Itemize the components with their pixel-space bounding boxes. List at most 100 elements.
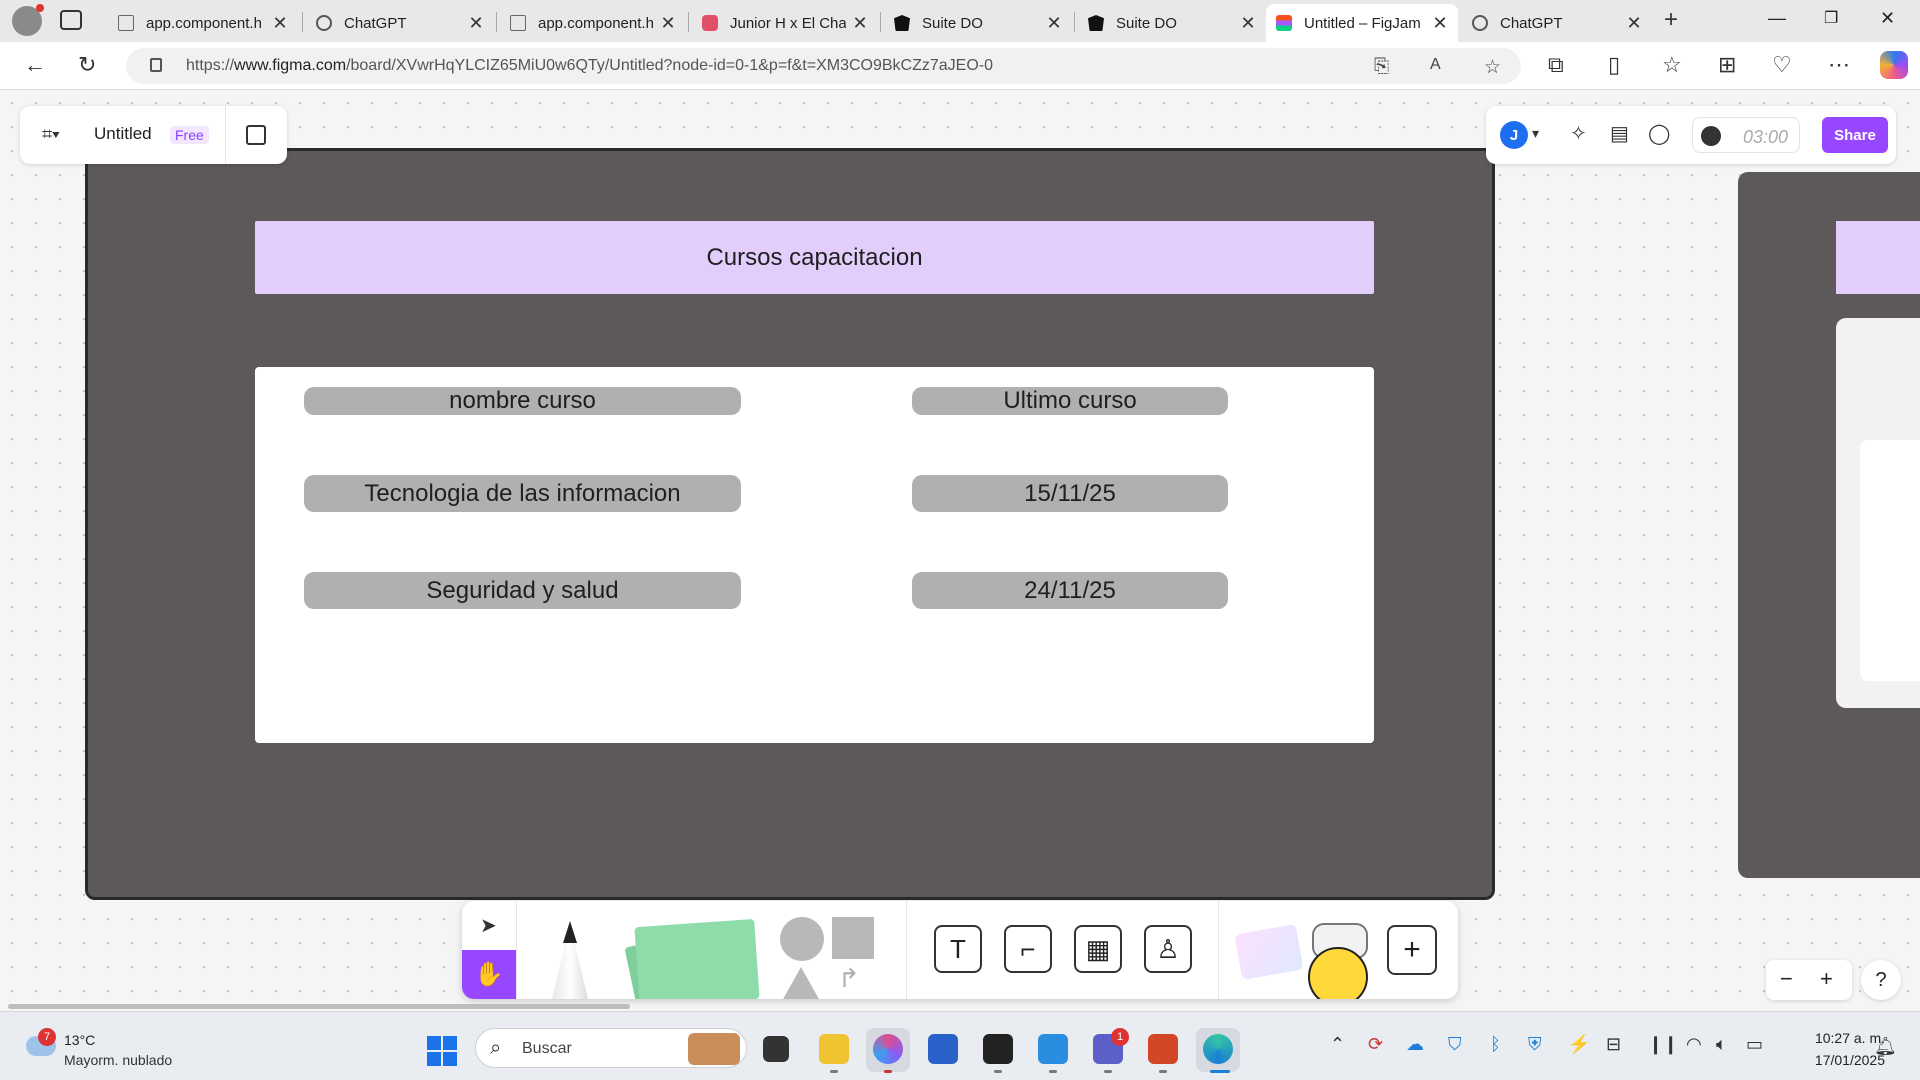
circle-shape-icon[interactable] [780, 917, 824, 961]
share-button[interactable]: Share [1822, 117, 1888, 153]
url-text[interactable]: https://www.figma.com/board/XVwrHqYLCIZ6… [186, 57, 993, 75]
browser-tab[interactable]: app.component.h ✕ [500, 4, 686, 42]
file-name[interactable]: Untitled [94, 124, 152, 144]
weather-temperature[interactable]: 13°C [64, 1032, 95, 1048]
back-icon[interactable]: ← [24, 52, 46, 78]
user-avatar[interactable]: J [1500, 121, 1528, 149]
windows-start-icon[interactable] [427, 1036, 457, 1066]
browser-tab[interactable]: ChatGPT ✕ [306, 4, 494, 42]
course-name-cell[interactable]: Tecnologia de las informacion [304, 475, 741, 512]
favorites-icon[interactable]: ☆ [1662, 52, 1682, 78]
section-tool-icon[interactable]: ⌐ [1004, 925, 1052, 973]
close-tab-icon[interactable]: ✕ [468, 13, 484, 34]
jambot-widget-icon[interactable] [1234, 923, 1304, 981]
course-name-cell[interactable]: Seguridad y salud [304, 572, 741, 609]
battery-icon[interactable]: ▭ [1746, 1034, 1763, 1055]
select-cursor-icon[interactable]: ➤ [480, 913, 497, 938]
app-tray-icon[interactable]: ⚡ [1568, 1034, 1590, 1055]
adjacent-title-bar[interactable] [1836, 221, 1920, 294]
sticky-notes-icon[interactable] [983, 1034, 1013, 1064]
collections-icon[interactable]: ⊞ [1718, 52, 1736, 78]
close-tab-icon[interactable]: ✕ [660, 13, 676, 34]
clock-date[interactable]: 17/01/2025 [1785, 1052, 1885, 1068]
security-icon[interactable]: ⛨ [1528, 1034, 1542, 1055]
close-tab-icon[interactable]: ✕ [272, 13, 288, 34]
table-tool-icon[interactable]: ▦ [1074, 925, 1122, 973]
ai-sparkle-icon[interactable]: ✧ [1570, 121, 1587, 146]
triangle-shape-icon[interactable] [782, 967, 820, 999]
browser-tab[interactable]: Suite DO ✕ [1078, 4, 1266, 42]
sync-icon[interactable]: ⟳ [1368, 1034, 1383, 1055]
minimize-icon[interactable]: — [1768, 8, 1786, 29]
connector-icon[interactable]: ↱ [838, 963, 860, 994]
lock-icon[interactable] [150, 58, 162, 72]
zoom-out-icon[interactable]: − [1780, 966, 1793, 992]
figma-menu-icon[interactable]: ⌗▾ [42, 124, 60, 145]
laughing-emoji-icon[interactable] [1308, 947, 1368, 999]
read-aloud-icon[interactable]: A [1430, 56, 1441, 74]
defender-icon[interactable]: ⛉ [1448, 1034, 1462, 1055]
edge-icon[interactable] [1203, 1034, 1233, 1064]
copilot-icon[interactable] [1880, 51, 1908, 79]
layout-icon[interactable]: ▤ [1610, 121, 1629, 146]
store-icon[interactable] [928, 1034, 958, 1064]
square-shape-icon[interactable] [832, 917, 874, 959]
close-tab-icon[interactable]: ✕ [1432, 13, 1448, 34]
browser-tab[interactable]: ChatGPT ✕ [1462, 4, 1652, 42]
clock-time[interactable]: 10:27 a. m. [1785, 1030, 1885, 1046]
header-course-name[interactable]: nombre curso [304, 387, 741, 415]
browser-tab[interactable]: app.component.h ✕ [108, 4, 298, 42]
more-options-icon[interactable]: ⋯ [1828, 52, 1850, 78]
browser-tab[interactable]: Suite DO ✕ [884, 4, 1072, 42]
board-title[interactable]: Cursos capacitacion [255, 221, 1374, 294]
horizontal-scrollbar[interactable] [8, 1004, 630, 1009]
tab-actions-icon[interactable] [60, 10, 82, 30]
powerpoint-icon[interactable] [1148, 1034, 1178, 1064]
timer-widget[interactable]: 03:00 [1692, 117, 1800, 153]
extensions-icon[interactable]: ⧉ [1548, 52, 1564, 78]
volume-icon[interactable]: 🔈︎ [1716, 1034, 1727, 1055]
close-window-icon[interactable]: ✕ [1880, 8, 1895, 29]
close-tab-icon[interactable]: ✕ [1626, 13, 1642, 34]
bluetooth-icon[interactable]: ᛒ [1490, 1034, 1501, 1055]
show-hidden-icons-icon[interactable]: ⌃ [1330, 1034, 1345, 1055]
close-tab-icon[interactable]: ✕ [852, 13, 868, 34]
onedrive-icon[interactable]: ☁ [1406, 1034, 1424, 1055]
sticky-note-icon[interactable] [634, 918, 760, 999]
taskbar-search[interactable]: ⌕ Buscar [475, 1028, 747, 1068]
profile-avatar-icon[interactable] [12, 4, 44, 36]
browser-essentials-icon[interactable]: ♡ [1772, 52, 1792, 78]
task-view-icon[interactable] [763, 1036, 789, 1062]
figjam-canvas[interactable]: Cursos capacitacion nombre curso Ultimo … [0, 91, 1920, 1011]
refresh-icon[interactable]: ↻ [78, 52, 96, 78]
browser-tab-active[interactable]: Untitled – FigJam ✕ [1266, 4, 1458, 42]
stamp-tool-icon[interactable]: ♙ [1144, 925, 1192, 973]
weather-description[interactable]: Mayorm. nublado [64, 1052, 172, 1068]
close-tab-icon[interactable]: ✕ [1046, 13, 1062, 34]
course-date-cell[interactable]: 24/11/25 [912, 572, 1228, 609]
comment-icon[interactable]: ◯ [1648, 121, 1670, 146]
pages-icon[interactable] [246, 125, 266, 145]
split-screen-icon[interactable]: ▯ [1608, 52, 1620, 78]
zoom-in-icon[interactable]: + [1820, 966, 1833, 992]
file-explorer-icon[interactable] [819, 1034, 849, 1064]
favorite-star-icon[interactable]: ☆ [1484, 56, 1501, 79]
wifi-icon[interactable]: ◠ [1686, 1034, 1702, 1055]
close-tab-icon[interactable]: ✕ [1240, 13, 1256, 34]
vscode-icon[interactable] [1038, 1034, 1068, 1064]
copilot-app-icon[interactable] [873, 1034, 903, 1064]
more-tools-icon[interactable]: + [1387, 925, 1437, 975]
restore-icon[interactable]: ❐ [1824, 8, 1838, 28]
course-date-cell[interactable]: 15/11/25 [912, 475, 1228, 512]
notification-bell-icon[interactable]: 🔔︎ [1874, 1036, 1897, 1057]
remote-icon[interactable]: ⊟ [1606, 1034, 1621, 1055]
help-icon[interactable]: ? [1861, 960, 1901, 1000]
new-tab-icon[interactable]: + [1664, 6, 1678, 34]
chevron-down-icon[interactable]: ▾ [1532, 125, 1539, 142]
courses-table-card[interactable]: nombre curso Ultimo curso Tecnologia de … [255, 367, 1374, 743]
browser-tab[interactable]: Junior H x El Cha ✕ [692, 4, 878, 42]
address-bar[interactable]: https://www.figma.com/board/XVwrHqYLCIZ6… [126, 48, 1521, 84]
hand-tool-icon[interactable]: ✋ [462, 950, 516, 999]
app-available-icon[interactable]: ⎘ [1374, 56, 1389, 78]
adjacent-inner-card[interactable] [1860, 440, 1920, 681]
